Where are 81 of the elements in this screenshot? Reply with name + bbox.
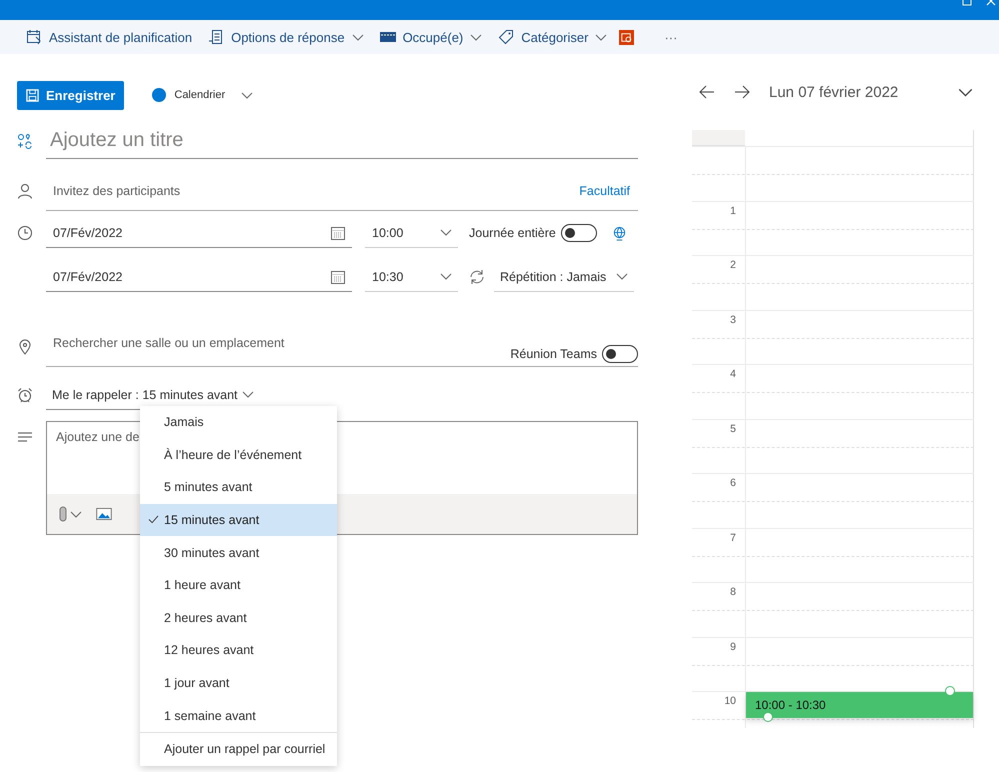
teams-meeting-label: Réunion Teams — [510, 347, 597, 361]
emoji-icon — [17, 133, 33, 149]
hour-label: 6 — [730, 477, 736, 489]
repeat-dropdown[interactable]: Répétition : Jamais — [494, 262, 634, 292]
hour-label: 4 — [730, 368, 736, 380]
menu-item[interactable]: 1 jour avant — [140, 666, 337, 700]
end-date-field[interactable]: 07/Fév/2022 — [46, 262, 352, 292]
caret-icon — [242, 391, 254, 398]
time-slot[interactable] — [745, 202, 974, 255]
alarm-clock-icon — [17, 387, 33, 403]
repeat-icon — [469, 269, 485, 285]
menu-item[interactable]: 2 heures avant — [140, 602, 337, 634]
location-pin-icon — [17, 339, 33, 355]
add-in-icon[interactable] — [619, 30, 634, 44]
caret-icon — [440, 229, 452, 236]
hour-label: 8 — [730, 586, 736, 598]
busy-status-icon — [380, 29, 396, 45]
menu-item[interactable]: 1 heure avant — [140, 568, 337, 602]
hour-label: 10 — [724, 695, 736, 707]
title-field[interactable]: Ajoutez un titre — [46, 123, 638, 159]
menu-item[interactable]: Ajouter un rappel par courriel — [140, 732, 337, 766]
time-slot[interactable] — [745, 310, 974, 364]
menu-item[interactable]: 1 semaine avant — [140, 699, 337, 732]
resize-handle[interactable] — [763, 712, 773, 722]
teams-meeting-toggle[interactable] — [602, 345, 638, 363]
time-slot[interactable] — [745, 420, 974, 473]
more-button[interactable]: ··· — [656, 26, 686, 48]
toolbar-button[interactable]: Options de réponse — [200, 25, 372, 49]
toolbar-button[interactable]: Occupé(e) — [372, 25, 490, 49]
event-block[interactable]: 10:00 - 10:30 — [746, 692, 973, 718]
back-arrow-icon[interactable] — [699, 85, 715, 99]
menu-item[interactable]: 5 minutes avant — [140, 471, 337, 504]
all-day-label: Journée entière — [469, 226, 556, 240]
person-icon — [17, 183, 33, 199]
calendar-edit-icon — [26, 29, 42, 45]
start-time-field[interactable]: 10:00 — [365, 218, 458, 248]
hour-label: 1 — [730, 204, 736, 216]
caret-icon — [616, 273, 628, 280]
save-button[interactable]: Enregistrer — [17, 80, 124, 110]
menu-item[interactable]: 30 minutes avant — [140, 536, 337, 569]
menu-item[interactable]: Jamais — [140, 406, 337, 439]
caret-icon — [241, 92, 254, 98]
all-day-toggle[interactable] — [560, 224, 597, 242]
calendar-icon — [330, 268, 346, 284]
caret-icon — [440, 273, 452, 280]
image-icon[interactable] — [96, 508, 112, 520]
save-icon — [26, 88, 39, 102]
paperclip-icon — [59, 506, 67, 522]
globe-icon[interactable] — [612, 226, 627, 240]
toolbar-button[interactable]: Assistant de planification — [18, 25, 200, 49]
calendar-picker[interactable]: Calendrier — [146, 87, 260, 103]
forward-arrow-icon[interactable] — [734, 85, 750, 99]
resize-handle[interactable] — [945, 686, 955, 696]
date-label: Lun 07 février 2022 — [769, 84, 900, 100]
menu-item[interactable]: À l’heure de l’événement — [140, 438, 337, 472]
calendar-dot-icon — [152, 88, 166, 102]
caret-icon — [70, 510, 82, 518]
description-placeholder: Ajoutez une de — [55, 429, 140, 446]
menu-item[interactable]: 12 heures avant — [140, 634, 337, 667]
hour-label: 9 — [730, 640, 736, 652]
location-field[interactable]: Rechercher une salle ou un emplacement Réunion Teams — [46, 327, 638, 367]
time-slot[interactable]: 10:00 - 10:30 — [745, 692, 974, 728]
hour-label: 7 — [730, 532, 736, 544]
list-icon — [208, 29, 224, 45]
hour-label: 3 — [730, 314, 736, 326]
attendees-field[interactable]: Invitez des participants Facultatif — [46, 171, 638, 211]
start-date-field[interactable]: 07/Fév/2022 — [46, 218, 352, 248]
toolbar-button[interactable]: Catégoriser — [490, 25, 616, 49]
hour-label: 5 — [730, 422, 736, 434]
location-placeholder: Rechercher une salle ou un emplacement — [52, 336, 286, 350]
checkmark-icon — [148, 514, 159, 524]
tag-icon — [498, 29, 514, 45]
optional-link[interactable]: Facultatif — [571, 184, 638, 198]
calendar-icon — [330, 224, 346, 240]
caret-icon[interactable] — [958, 88, 973, 96]
hour-label: 2 — [730, 259, 736, 271]
attach-button[interactable] — [59, 506, 82, 522]
time-slot[interactable] — [745, 528, 974, 582]
end-time-field[interactable]: 10:30 — [365, 262, 458, 292]
clock-icon — [17, 225, 33, 241]
menu-item[interactable]: 15 minutes avant — [140, 504, 337, 536]
